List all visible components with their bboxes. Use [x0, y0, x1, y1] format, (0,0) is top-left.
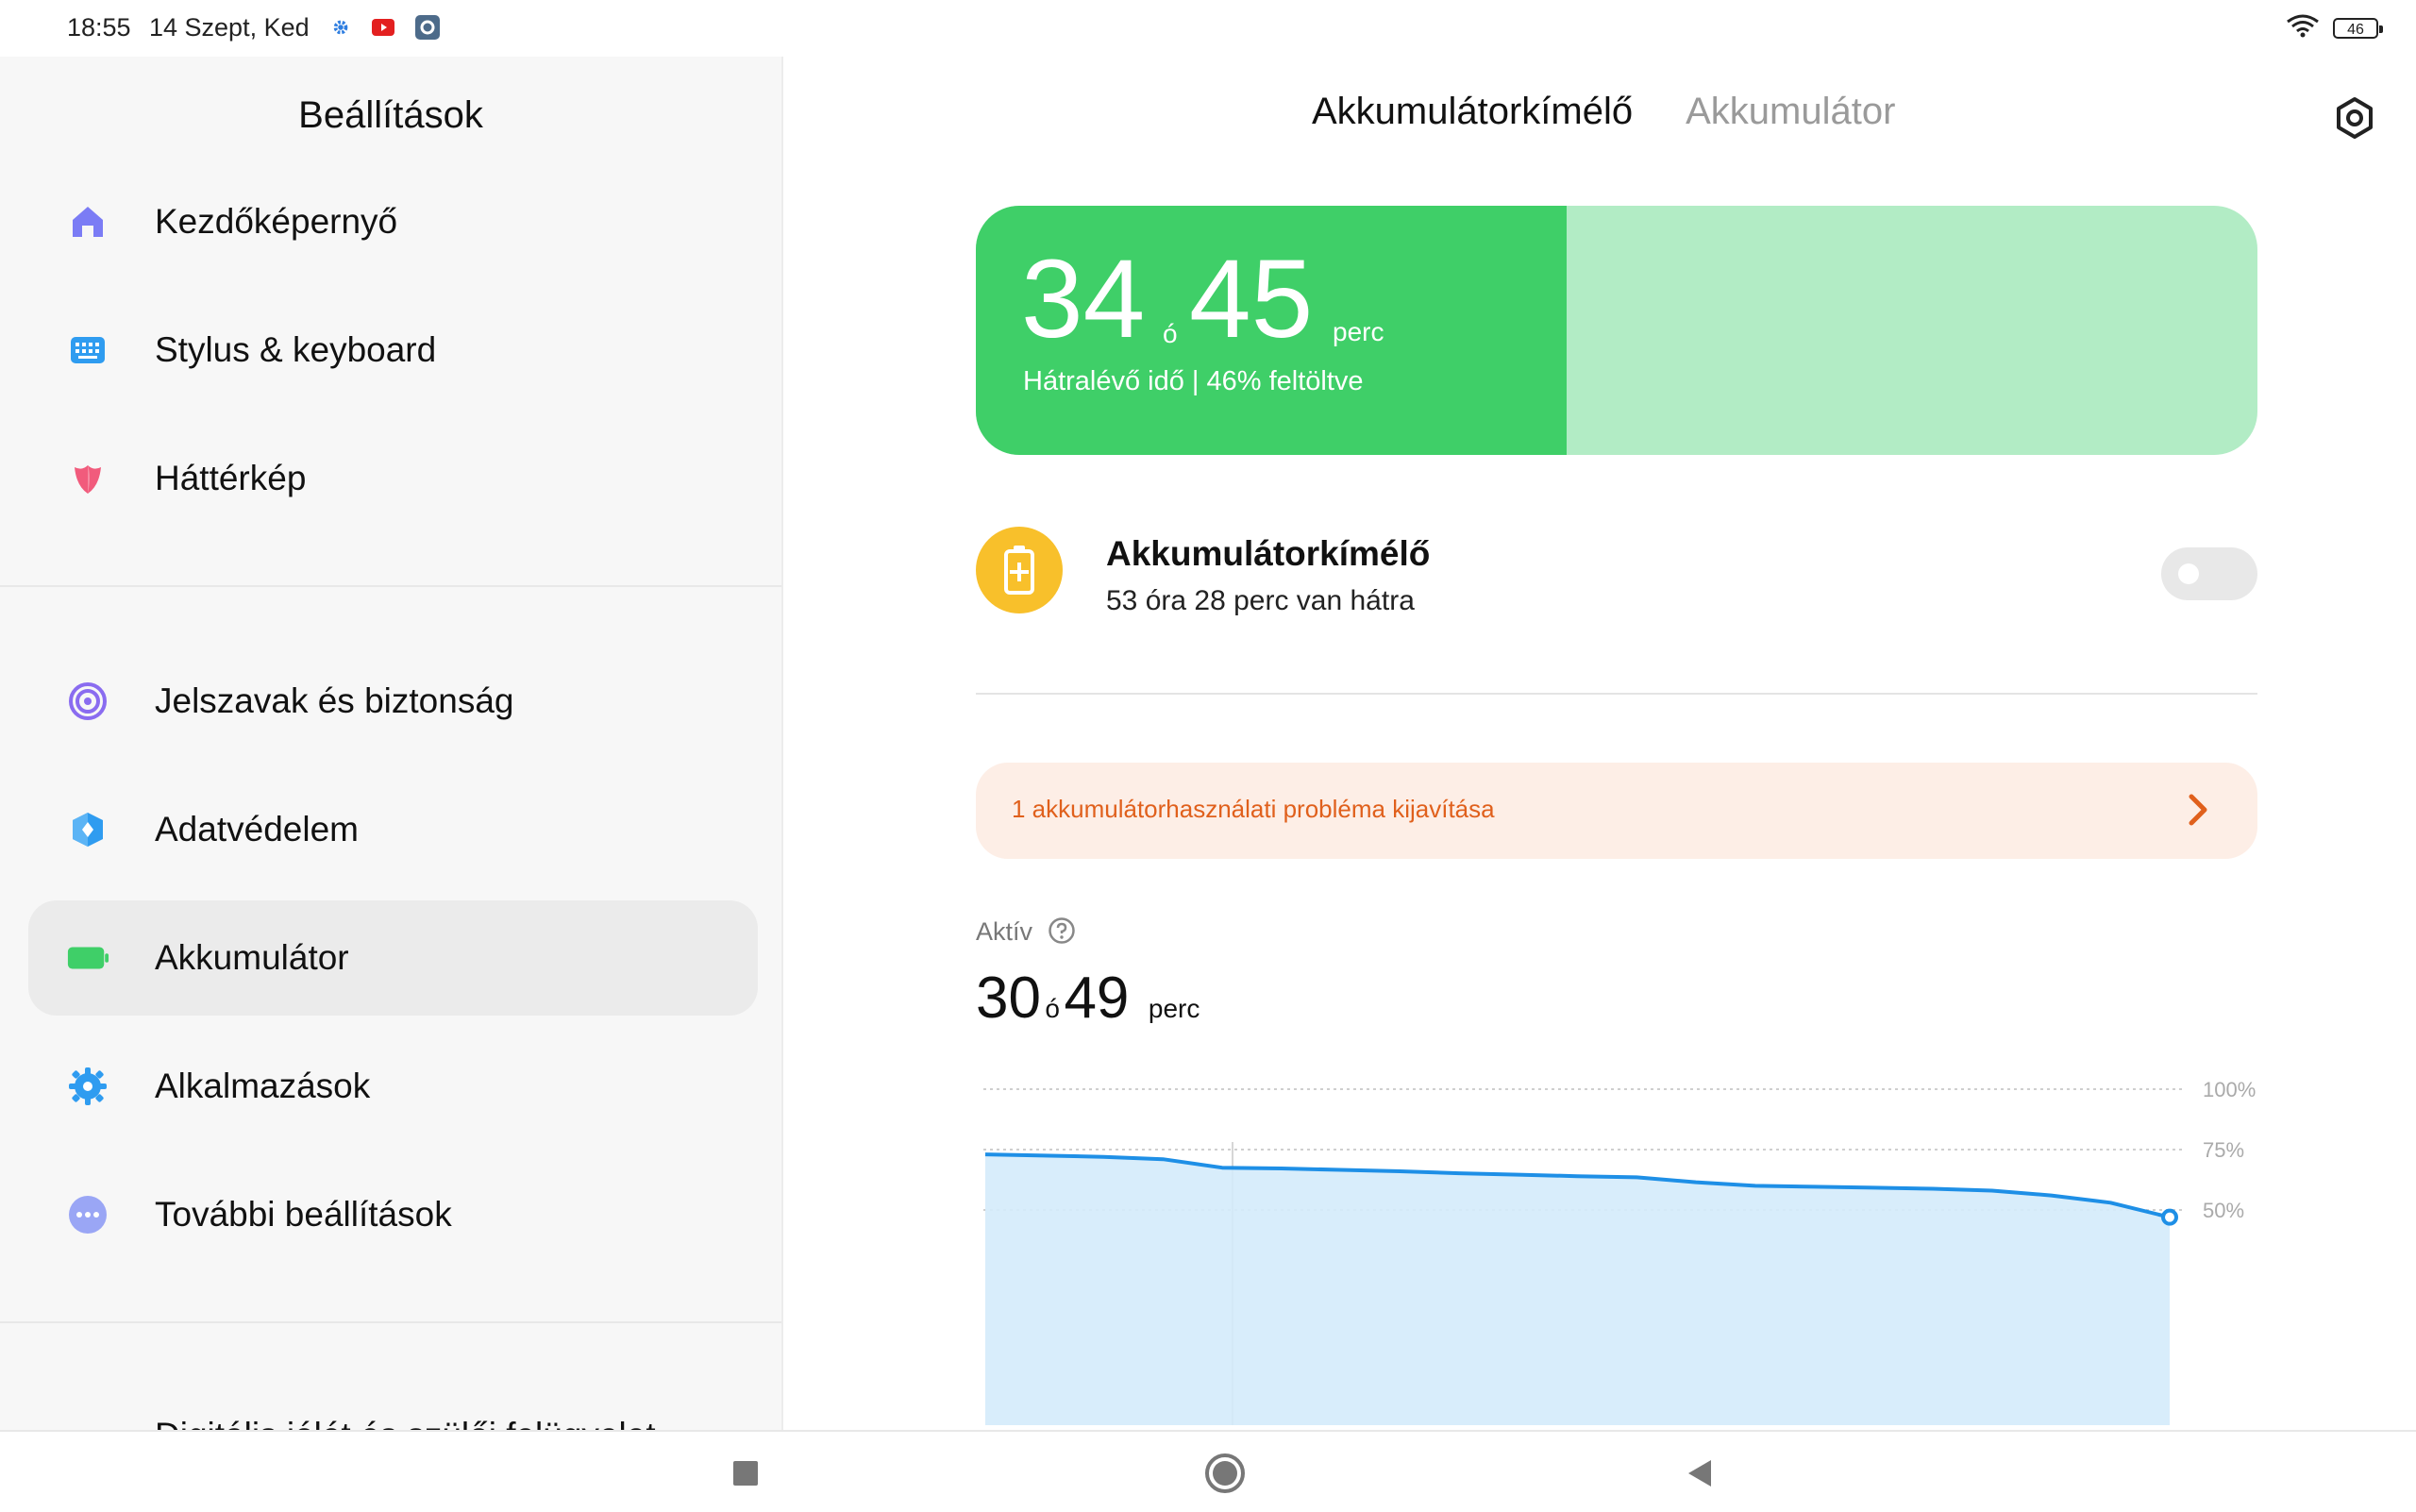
active-hours: 30: [976, 966, 1041, 1031]
active-time: 30 ó 49 perc: [976, 965, 1200, 1032]
battery-saver-subtitle: 53 óra 28 perc van hátra: [1106, 585, 1415, 616]
youtube-icon: [372, 19, 394, 41]
battery-issue-text: 1 akkumulátorhasználati probléma kijavít…: [1012, 795, 1495, 823]
chart-point: [2161, 1208, 2178, 1226]
status-bar: 18:55 14 Szept, Ked 46: [0, 0, 2416, 57]
back-button[interactable]: [1672, 1445, 1729, 1502]
battery-saver-toggle[interactable]: [2161, 547, 2257, 600]
status-time: 18:55: [67, 13, 131, 42]
active-label: Aktív: [976, 917, 1033, 946]
battery-saver-row[interactable]: Akkumulátorkímélő 53 óra 28 perc van hát…: [976, 527, 2257, 630]
sidebar-item-label: Kezdőképernyő: [155, 202, 398, 241]
circle-icon: [1205, 1453, 1245, 1493]
battery-remaining-card: 34 ó 45 perc Hátralévő idő | 46% feltölt…: [976, 206, 2257, 455]
tab-battery[interactable]: Akkumulátor: [1686, 91, 1895, 133]
settings-gear-button[interactable]: [2331, 94, 2378, 142]
sidebar-divider: [0, 1321, 781, 1323]
sidebar-item-more-settings[interactable]: További beállítások: [28, 1157, 758, 1272]
active-minutes: 49: [1064, 966, 1130, 1031]
wifi-icon: [2286, 13, 2320, 42]
sidebar-item-label: További beállítások: [155, 1195, 452, 1234]
chart-tick-label: 50%: [2203, 1199, 2244, 1222]
help-icon[interactable]: [1048, 916, 1076, 945]
section-divider: [976, 693, 2257, 695]
sidebar-divider: [0, 585, 781, 587]
sidebar-item-label: Háttérkép: [155, 459, 307, 497]
gear-small-icon: [330, 17, 351, 42]
square-icon: [733, 1461, 758, 1486]
sidebar-item-stylus-keyboard[interactable]: Stylus & keyboard: [28, 293, 758, 408]
gear-icon: [2337, 97, 2373, 139]
sidebar-item-battery[interactable]: Akkumulátor: [28, 900, 758, 1016]
sidebar-item-digital-wellbeing[interactable]: Digitális jólét és szülői felügyelet: [155, 1416, 656, 1430]
battery-level-chart: 100% 75% 50%: [983, 1078, 2256, 1425]
chart-area: [985, 1154, 2170, 1425]
sidebar-item-wallpaper[interactable]: Háttérkép: [28, 421, 758, 536]
chart-tick-label: 75%: [2203, 1138, 2244, 1162]
sidebar-item-passwords-security[interactable]: Jelszavak és biztonság: [28, 644, 758, 759]
settings-app-icon: [415, 15, 440, 44]
hero-subtitle: Hátralévő idő | 46% feltöltve: [1023, 366, 1364, 396]
chart-tick-label: 100%: [2203, 1078, 2256, 1101]
sidebar-item-apps[interactable]: Alkalmazások: [28, 1029, 758, 1144]
battery-issue-banner[interactable]: 1 akkumulátorhasználati probléma kijavít…: [976, 763, 2257, 859]
status-date: 14 Szept, Ked: [149, 13, 310, 42]
battery-saver-title: Akkumulátorkímélő: [1106, 534, 1431, 573]
navigation-bar: [0, 1430, 2416, 1512]
tab-battery-saver[interactable]: Akkumulátorkímélő: [1312, 91, 1633, 133]
main-panel: Akkumulátorkímélő Akkumulátor 34 ó 45 pe…: [783, 57, 2416, 1430]
active-hours-unit: ó: [1045, 994, 1060, 1023]
active-minutes-unit: perc: [1148, 994, 1200, 1023]
tulip-icon: [66, 457, 109, 500]
toggle-knob: [2178, 563, 2199, 584]
back-triangle-icon: [1688, 1460, 1711, 1487]
chevron-right-icon: [2184, 793, 2212, 827]
hero-minutes-unit: perc: [1333, 317, 1384, 346]
fingerprint-icon: [66, 680, 109, 723]
sidebar-title: Beállítások: [298, 94, 483, 136]
battery-saver-icon: [976, 527, 1063, 613]
battery-status-icon: 46: [2333, 17, 2383, 39]
sidebar-item-privacy[interactable]: Adatvédelem: [28, 772, 758, 887]
sidebar-item-label: Jelszavak és biztonság: [155, 681, 514, 720]
recents-button[interactable]: [717, 1445, 774, 1502]
home-icon: [66, 200, 109, 244]
hero-minutes: 45: [1189, 237, 1314, 361]
sidebar-item-label: Stylus & keyboard: [155, 330, 437, 369]
more-dots-icon: [66, 1193, 109, 1236]
sidebar: Beállítások Kezdőképernyő Stylus & keybo…: [0, 57, 783, 1430]
sidebar-item-home-screen[interactable]: Kezdőképernyő: [28, 164, 758, 279]
tab-bar: Akkumulátorkímélő Akkumulátor: [1312, 91, 1895, 133]
sidebar-item-label: Adatvédelem: [155, 810, 359, 848]
keyboard-icon: [66, 328, 109, 372]
home-button[interactable]: [1197, 1445, 1253, 1502]
hero-hours-unit: ó: [1163, 319, 1178, 348]
sidebar-item-label: Alkalmazások: [155, 1067, 371, 1105]
privacy-shield-icon: [66, 808, 109, 851]
hero-hours: 34: [1021, 237, 1146, 361]
apps-gear-icon: [66, 1065, 109, 1108]
sidebar-item-label: Akkumulátor: [155, 938, 349, 977]
battery-icon: [66, 936, 109, 980]
